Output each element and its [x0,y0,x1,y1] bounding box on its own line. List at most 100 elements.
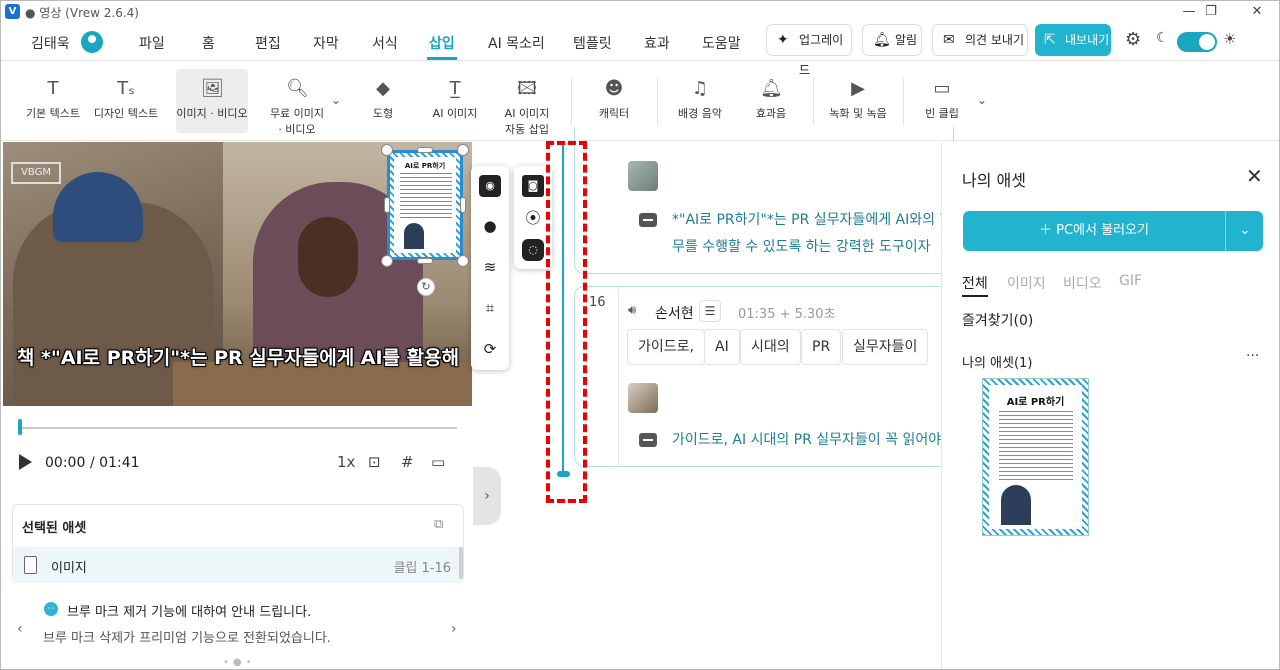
chevron-down-icon[interactable]: ⌄ [1227,211,1263,251]
menu-template[interactable]: 템플릿 [573,33,612,53]
overlay-image[interactable]: AI로 PR하기 [387,150,463,260]
grid-icon[interactable]: # [401,453,414,471]
feedback-button[interactable]: ✉ 의견 보내기 [932,24,1028,56]
highlight-dashed-box [546,141,587,503]
asset-thumbnail[interactable]: AI로 PR하기 [982,378,1089,536]
frame-rect-icon[interactable]: ◙ [522,175,544,197]
subtitle-caption[interactable]: 책 *"AI로 PR하기"*는 PR 실무자들에게 AI를 활용해 [13,346,463,370]
progress-knob[interactable] [18,419,22,435]
tab-video[interactable]: 비디오 [1063,273,1102,293]
word-chip[interactable]: 가이드로, [627,329,705,365]
overlay-image-text-lines [400,173,452,221]
crop-icon[interactable]: ⌗ [479,297,501,319]
chevron-down-icon[interactable]: ⌄ [331,93,341,107]
menu-bar: 김태욱 파일 홈 편집 자막 서식 삽입 AI 목소리 템플릿 효과 도움말 ✦… [1,23,1279,77]
close-window-button[interactable]: ✕ [1237,2,1277,22]
menu-file[interactable]: 파일 [139,33,165,53]
resize-handle-bottom[interactable] [417,258,433,264]
gear-icon[interactable]: ⚙ [1125,29,1141,50]
export-button[interactable]: ⇱ 내보내기 [1035,24,1111,56]
resize-handle-top[interactable] [417,147,433,153]
frame-round-icon[interactable]: ⦿ [522,207,544,229]
tool-ai-image-auto[interactable]: 🖾︎ AI 이미지 자동 삽입 [497,61,557,141]
tool-shapes[interactable]: ◆ 도형 [359,61,407,141]
close-icon[interactable]: ✕ [1246,164,1263,188]
tool-ai-image[interactable]: T̲ AI 이미지 [427,61,483,141]
tab-all[interactable]: 전체 [962,273,988,293]
my-assets-section[interactable]: 나의 애셋(1) [962,352,1032,371]
menu-insert[interactable]: 삽입 [429,33,455,53]
voice-settings-icon[interactable]: ☰ [699,300,721,322]
resize-handle-bottom-right[interactable] [457,255,469,267]
menu-effect[interactable]: 효과 [644,33,670,53]
avatar[interactable] [81,31,103,53]
tool-free-image[interactable]: 🔍︎ 무료 이미지 · 비디오 [263,61,331,141]
feedback-label: 의견 보내기 [965,33,1025,47]
dark-mode-toggle[interactable] [1177,32,1217,52]
user-name[interactable]: 김태욱 [31,33,70,53]
tool-image-video[interactable]: 🖼︎ 이미지 · 비디오 [176,69,248,133]
restore-button[interactable]: ❐ [1191,2,1231,22]
word-chip[interactable]: 시대의 [740,329,801,365]
replace-icon[interactable]: ⟳ [479,338,501,360]
chat-icon: ··· [44,602,58,616]
notice-next-button[interactable]: › [451,621,457,637]
tab-gif[interactable]: GIF [1119,273,1142,289]
menu-format[interactable]: 서식 [372,33,398,53]
scrollbar[interactable] [459,547,463,579]
resize-handle-right[interactable] [460,197,466,213]
clip-16-speaker[interactable]: 손서현 [655,303,694,323]
mask-shape-icon[interactable]: ● [479,215,501,237]
menu-subtitle[interactable]: 자막 [313,33,339,53]
screenshot-icon[interactable]: ⊡ [368,453,381,471]
word-chip[interactable]: AI [704,329,740,365]
clip-16-text[interactable]: 가이드로, AI 시대의 PR 실무자들이 꼭 읽어야 [672,427,942,453]
menu-help[interactable]: 도움말 [702,33,741,53]
rotate-handle-icon[interactable]: ↻ [417,278,435,296]
resize-handle-top-right[interactable] [457,144,469,156]
tool-design-text[interactable]: Tₛ 디자인 텍스트 [89,61,163,141]
word-chip[interactable]: 실무자들이 [842,329,929,365]
menu-home[interactable]: 홈 [202,33,215,53]
notice-prev-button[interactable]: ‹ [17,621,23,637]
menu-ai-voice[interactable]: AI 목소리 [488,33,545,53]
tool-basic-text[interactable]: T 기본 텍스트 [21,61,85,141]
tab-image[interactable]: 이미지 [1007,273,1046,293]
sun-icon: ☀ [1223,30,1237,48]
tool-label: 자동 삽입 [505,123,549,136]
progress-track[interactable] [20,427,457,429]
clip-15-text-line-2[interactable]: 무를 수행할 수 있도록 하는 강력한 도구이자 [672,234,942,260]
favorites-section[interactable]: 즐겨찾기(0) [962,310,1033,330]
clip-16-thumbnail[interactable] [628,383,658,413]
load-from-pc-button[interactable]: ＋ PC에서 불러오기 ⌄ [963,211,1263,251]
image-fill-icon[interactable]: ◉ [479,175,501,197]
resize-handle-top-left[interactable] [381,144,393,156]
frame-pill-icon[interactable]: ◌ [522,239,544,261]
clip-divider [618,287,619,467]
tool-label: 무료 이미지 [269,107,325,120]
play-icon[interactable] [19,454,32,470]
export-icon: ⇱ [1044,32,1056,48]
more-options-icon[interactable]: ··· [1246,348,1259,364]
resize-handle-left[interactable] [384,197,390,213]
clip-15-thumbnail[interactable] [628,161,658,191]
clip-15-text-line-1[interactable]: *"AI로 PR하기"*는 PR 실무자들에게 AI와의 협 [672,207,942,233]
layers-icon[interactable]: ≋ [479,256,501,278]
subtitle-icon [639,213,657,227]
collapse-panel-button[interactable]: › [473,467,501,525]
playback-speed[interactable]: 1x [337,453,355,471]
asset-thumbnail-title: AI로 PR하기 [1006,397,1065,408]
upgrade-button[interactable]: ✦ 업그레이드 [766,24,852,77]
asset-thumbnail-text-lines [999,411,1073,483]
aspect-icon[interactable]: ▭ [431,453,445,471]
menu-edit[interactable]: 편집 [255,33,281,53]
alarm-button[interactable]: 🔔︎ 알림 [862,24,922,56]
selected-asset-row[interactable]: 이미지 클립 1-16 [13,547,463,583]
resize-handle-bottom-left[interactable] [381,255,393,267]
tool-label: 도형 [372,107,394,120]
chevron-down-icon[interactable]: ⌄ [977,93,987,107]
export-label: 내보내기 [1065,33,1110,47]
word-chip[interactable]: PR [801,329,842,365]
open-external-icon[interactable]: ⧉ [434,517,443,532]
notice-title[interactable]: 브루 마크 제거 기능에 대하여 안내 드립니다. [67,601,311,620]
